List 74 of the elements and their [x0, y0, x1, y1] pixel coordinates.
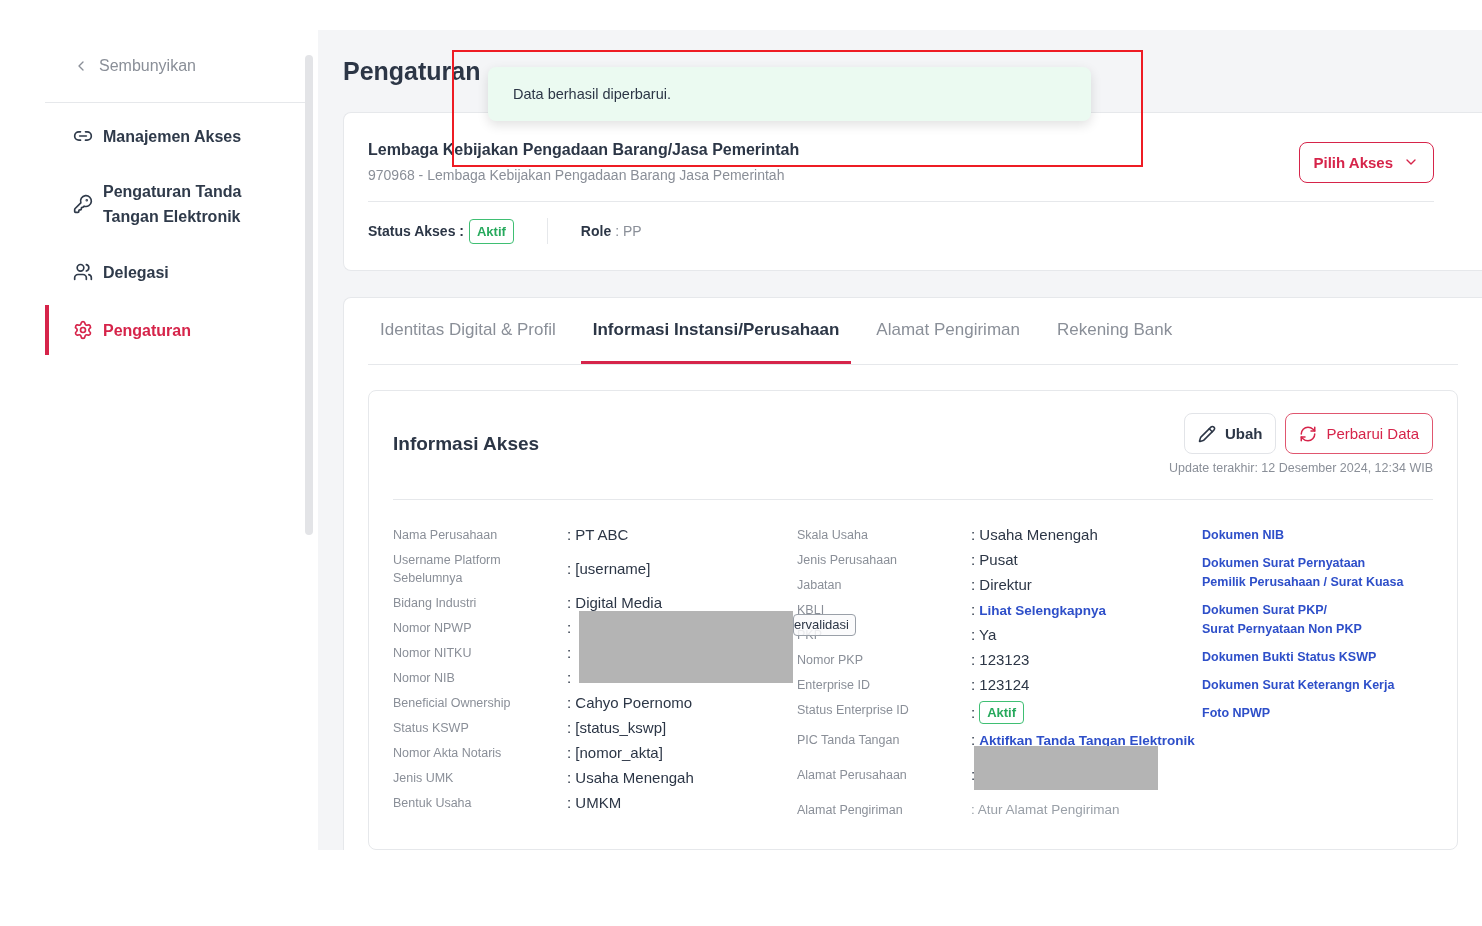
status-badge: Aktif — [468, 218, 514, 244]
field-value: : Direktur — [971, 576, 1032, 594]
field-value: : UMKM — [567, 794, 622, 812]
success-toast: Data berhasil diperbarui. — [488, 67, 1091, 121]
document-link[interactable]: Foto NPWP — [1202, 704, 1404, 723]
field-label: Username Platform Sebelumnya — [393, 552, 502, 587]
field-label: Nama Perusahaan — [393, 527, 499, 544]
field-value: : Ya — [971, 626, 997, 644]
document-link[interactable]: Dokumen Surat PKP/ Surat Pernyataan Non PKP — [1202, 601, 1404, 639]
status-badge: Aktif — [979, 701, 1025, 724]
settings-icon — [73, 320, 93, 340]
field-label: Jabatan — [797, 577, 843, 594]
sidebar-item[interactable]: Pengaturan Tanda Tangan Elektronik — [45, 169, 295, 239]
field-label: Status KSWP — [393, 720, 470, 737]
field-label: Alamat Perusahaan — [797, 767, 908, 784]
field-value: : Usaha Menengah — [567, 769, 694, 787]
colon: : — [971, 601, 976, 619]
field-label: Nomor Akta Notaris — [393, 745, 503, 762]
field-label: KBLI — [797, 602, 826, 619]
sidebar-item[interactable]: Delegasi — [45, 247, 295, 297]
field-label: Nomor PKP — [797, 652, 864, 669]
field-value: : [username] — [567, 560, 651, 578]
users-icon — [73, 262, 93, 282]
organization-code: 970968 - Lembaga Kebijakan Pengadaan Barang Jasa Pemerintah — [368, 167, 786, 183]
field-label: Bidang Industri — [393, 595, 478, 612]
colon: : — [971, 731, 976, 749]
field-link[interactable]: Lihat Selengkapnya — [979, 602, 1106, 618]
field-value: : Pusat — [971, 551, 1018, 569]
field-label: Nomor NPWP — [393, 620, 473, 637]
field-label: Beneficial Ownership — [393, 695, 512, 712]
field-value: : 123123 — [971, 651, 1030, 669]
key-icon — [73, 194, 93, 214]
document-link[interactable]: Dokumen Surat Keterangn Kerja — [1202, 676, 1404, 695]
field-link[interactable]: Aktifkan Tanda Tangan Elektronik — [979, 732, 1195, 748]
document-link[interactable]: Dokumen NIB — [1202, 526, 1404, 545]
field-label: Enterprise ID — [797, 677, 871, 694]
field-label: Alamat Pengiriman — [797, 802, 904, 819]
field-label: Nomor NIB — [393, 670, 456, 687]
tab[interactable]: Informasi Instansi/Perusahaan — [580, 298, 852, 364]
field-value: : Atur Alamat Pengiriman — [971, 801, 1120, 819]
document-link[interactable]: Dokumen Surat Pernyataan Pemilik Perusahaan / Surat Kuasa — [1202, 554, 1404, 592]
status-label: Status Akses : — [368, 223, 464, 239]
field-label: Bentuk Usaha — [393, 795, 473, 812]
field-value: : PT ABC — [567, 526, 629, 544]
field-value: : — [567, 669, 572, 687]
select-access-button[interactable]: Pilih Akses — [1298, 141, 1434, 183]
edit-button[interactable]: Ubah — [1183, 413, 1277, 454]
field-label: Nomor NITKU — [393, 645, 473, 662]
field-value: : — [567, 619, 572, 637]
scrollbar[interactable] — [305, 55, 313, 535]
field-value: : 123124 — [971, 676, 1030, 694]
field-label: PIC Tanda Tangan — [797, 732, 901, 749]
section-title: Informasi Akses — [393, 433, 540, 455]
refresh-icon — [1299, 424, 1318, 443]
role-value: : PP — [615, 223, 642, 239]
field-label: Skala Usaha — [797, 527, 869, 544]
sidebar-item[interactable]: Manajemen Akses — [45, 111, 295, 161]
field-label: Status Enterprise ID — [797, 702, 910, 719]
role-label: Role — [580, 223, 612, 239]
field-value: : [status_kswp] — [567, 719, 667, 737]
field-label: Jenis UMK — [393, 770, 455, 787]
field-label: Jenis Perusahaan — [797, 552, 899, 569]
field-value: : Cahyo Poernomo — [567, 694, 693, 712]
field-value: : [nomor_akta] — [567, 744, 663, 762]
pencil-icon — [1197, 424, 1216, 443]
document-link[interactable]: Dokumen Bukti Status KSWP — [1202, 648, 1404, 667]
refresh-data-button[interactable]: Perbarui Data — [1285, 413, 1433, 454]
last-update-text: Update terakhir: 12 Desember 2024, 12:34 WIB — [1168, 461, 1433, 475]
field-value: : — [567, 644, 572, 662]
field-value: : — [971, 766, 976, 784]
field-value: : Usaha Menengah — [971, 526, 1098, 544]
colon: : — [971, 703, 976, 722]
sidebar-item[interactable]: Pengaturan — [45, 305, 295, 355]
field-value: : Digital Media — [567, 594, 663, 612]
